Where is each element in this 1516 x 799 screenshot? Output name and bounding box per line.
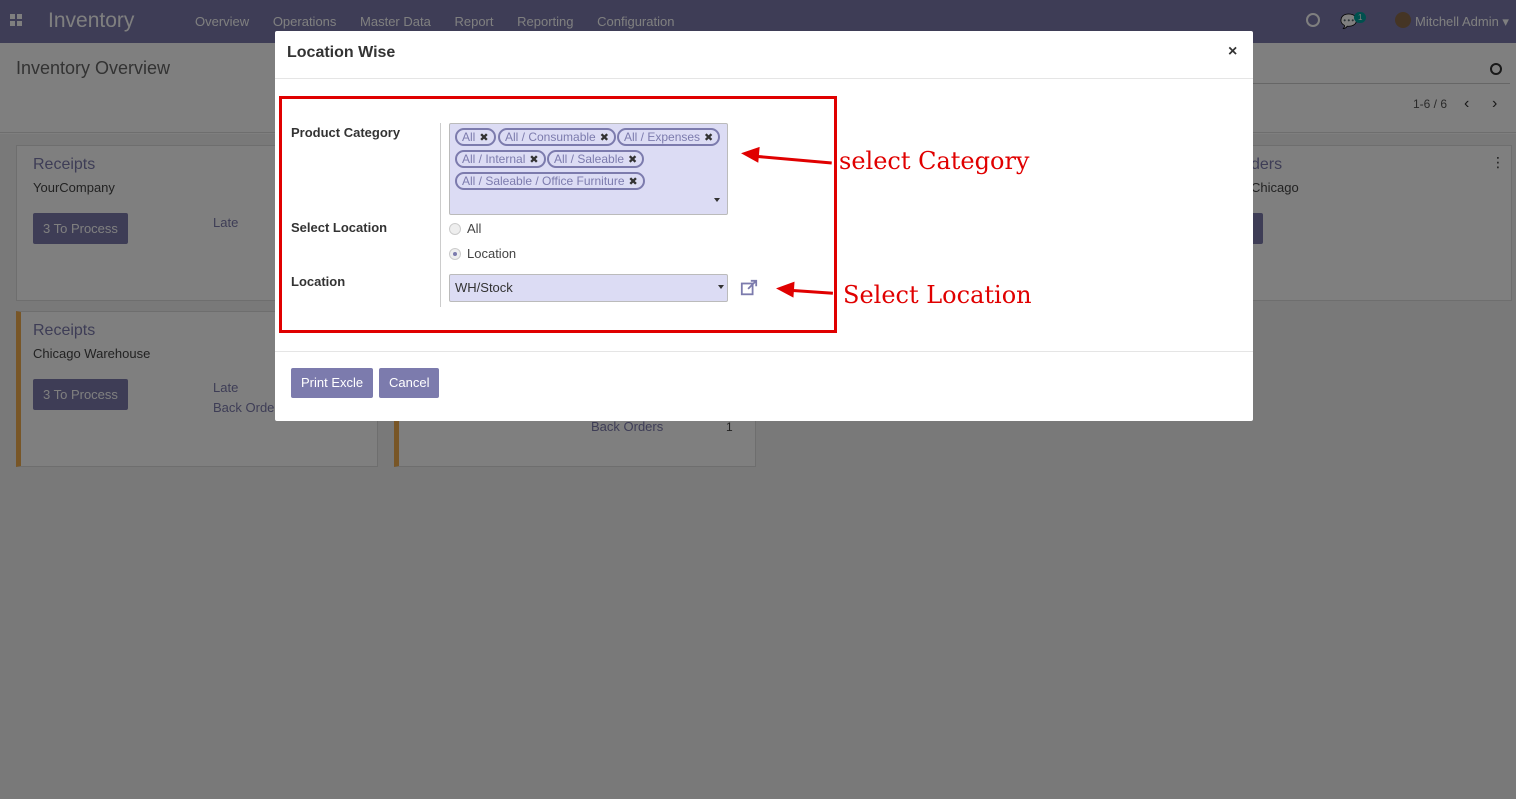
- print-excel-button[interactable]: Print Excle: [291, 368, 374, 398]
- annotation-select-category: select Category: [839, 147, 1030, 175]
- cancel-button[interactable]: Cancel: [379, 368, 440, 398]
- modal-header: Location Wise ×: [275, 31, 1253, 79]
- modal-title: Location Wise: [287, 44, 396, 61]
- close-icon[interactable]: ×: [1228, 43, 1237, 61]
- arrowhead-category: [740, 145, 760, 163]
- annotation-select-location: Select Location: [843, 281, 1032, 309]
- highlight-box: [279, 96, 837, 333]
- arrowhead-location: [775, 280, 795, 298]
